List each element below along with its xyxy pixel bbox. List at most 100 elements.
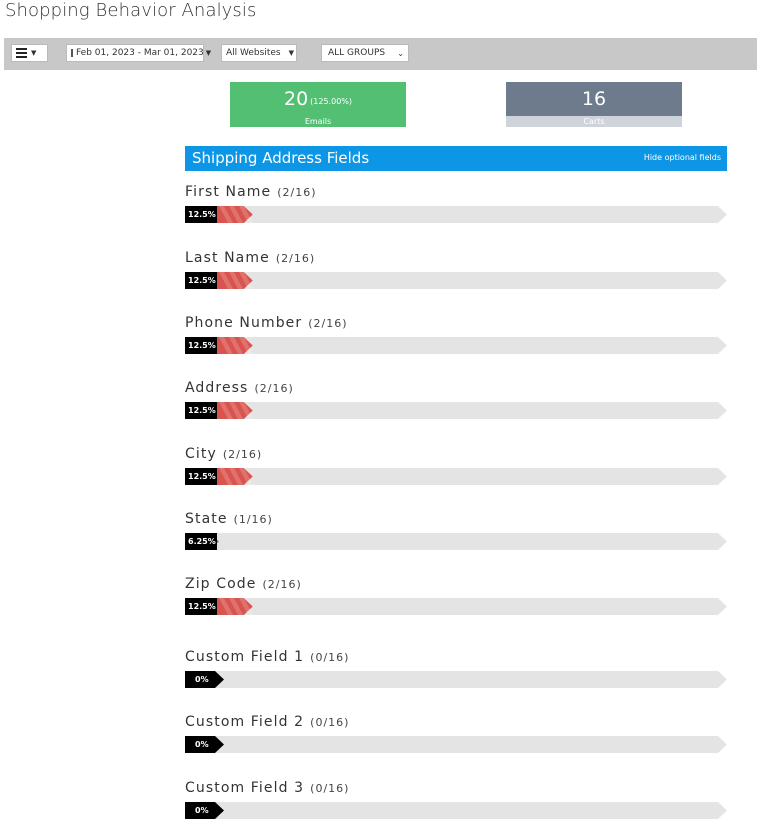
field-label: Custom Field 3 (0/16) (185, 780, 349, 796)
percent-label: 0% (195, 806, 209, 815)
field-row: City (2/16) 12.5% (185, 446, 727, 486)
field-row: Phone Number (2/16) 12.5% (185, 315, 727, 355)
emails-stat: 20 (125.00%) Emails (230, 82, 406, 127)
field-name: Last Name (185, 250, 270, 266)
field-row: Custom Field 2 (0/16) 0% (185, 714, 727, 754)
field-label: State (1/16) (185, 511, 273, 527)
progress-bar: 12.5% (185, 402, 727, 419)
progress-track (185, 802, 727, 819)
field-name: City (185, 446, 217, 462)
progress-graphic (185, 533, 727, 550)
percent-label: 12.5% (188, 341, 216, 350)
field-count: (2/16) (277, 186, 317, 199)
field-name: Address (185, 380, 249, 396)
groups-select[interactable]: ALL GROUPS ⌄ (321, 44, 409, 62)
section-header: Shipping Address Fields Hide optional fi… (185, 146, 727, 171)
emails-label: Emails (230, 116, 406, 127)
field-count: (0/16) (310, 651, 350, 664)
filter-toolbar: ▼ Feb 01, 2023 - Mar 01, 2023 ▼ All Webs… (4, 38, 757, 70)
section-title: Shipping Address Fields (192, 149, 370, 167)
field-count: (1/16) (233, 513, 273, 526)
progress-track (185, 206, 727, 223)
chevron-down-icon: ⌄ (397, 48, 404, 58)
field-label: Custom Field 1 (0/16) (185, 649, 349, 665)
field-row: Address (2/16) 12.5% (185, 380, 727, 420)
caret-down-icon: ▼ (288, 49, 294, 57)
hide-optional-fields-link[interactable]: Hide optional fields (644, 153, 721, 162)
carts-label: Carts (506, 116, 682, 127)
carts-value: 16 (581, 88, 607, 110)
field-count: (0/16) (310, 716, 350, 729)
field-name: Custom Field 1 (185, 649, 305, 665)
percent-label: 12.5% (188, 210, 216, 219)
percent-label: 12.5% (188, 602, 216, 611)
field-count: (2/16) (262, 578, 302, 591)
field-row: State (1/16) 6.25% (185, 511, 727, 551)
progress-graphic (185, 736, 727, 753)
progress-bar: 0% (185, 671, 727, 688)
carts-stat: 16 Carts (506, 82, 682, 127)
page-title: Shopping Behavior Analysis (5, 0, 257, 21)
field-count: (0/16) (310, 782, 350, 795)
websites-label: All Websites (226, 48, 281, 58)
field-name: First Name (185, 184, 272, 200)
caret-down-icon: ▼ (31, 49, 37, 57)
field-name: State (185, 511, 228, 527)
progress-bar: 12.5% (185, 206, 727, 223)
progress-track (185, 533, 727, 550)
field-name: Custom Field 3 (185, 780, 305, 796)
field-label: Address (2/16) (185, 380, 294, 396)
field-row: Custom Field 3 (0/16) 0% (185, 780, 727, 820)
progress-track (185, 598, 727, 615)
field-row: First Name (2/16) 12.5% (185, 184, 727, 224)
progress-graphic (185, 206, 727, 223)
field-label: Phone Number (2/16) (185, 315, 348, 331)
emails-value: 20 (283, 88, 309, 110)
progress-bar: 0% (185, 736, 727, 753)
percent-label: 12.5% (188, 472, 216, 481)
percent-label: 0% (195, 675, 209, 684)
field-name: Zip Code (185, 576, 257, 592)
progress-track (185, 272, 727, 289)
field-name: Phone Number (185, 315, 303, 331)
progress-graphic (185, 272, 727, 289)
calendar-icon (71, 49, 73, 57)
field-count: (2/16) (308, 317, 348, 330)
progress-graphic (185, 802, 727, 819)
field-count: (2/16) (275, 252, 316, 265)
field-row: Custom Field 1 (0/16) 0% (185, 649, 727, 689)
progress-graphic (185, 402, 727, 419)
progress-track (185, 671, 727, 688)
progress-track (185, 468, 727, 485)
field-count: (2/16) (222, 448, 263, 461)
progress-bar: 12.5% (185, 272, 727, 289)
field-label: Zip Code (2/16) (185, 576, 302, 592)
field-row: Last Name (2/16) 12.5% (185, 250, 727, 290)
websites-dropdown[interactable]: All Websites ▼ (221, 44, 297, 62)
progress-bar: 12.5% (185, 468, 727, 485)
caret-down-icon: ▼ (205, 49, 212, 57)
field-count: (2/16) (254, 382, 294, 395)
percent-label: 6.25% (188, 537, 216, 546)
menu-button[interactable]: ▼ (11, 44, 48, 62)
progress-bar: 12.5% (185, 598, 727, 615)
field-label: Last Name (2/16) (185, 250, 315, 266)
percent-label: 0% (195, 740, 209, 749)
hamburger-icon (16, 46, 27, 60)
date-range-picker[interactable]: Feb 01, 2023 - Mar 01, 2023 ▼ (66, 44, 211, 62)
field-row: Zip Code (2/16) 12.5% (185, 576, 727, 616)
progress-bar: 6.25% (185, 533, 727, 550)
field-label: Custom Field 2 (0/16) (185, 714, 349, 730)
percent-label: 12.5% (188, 276, 216, 285)
progress-bar: 0% (185, 802, 727, 819)
field-label: City (2/16) (185, 446, 262, 462)
progress-graphic (185, 598, 727, 615)
emails-sub: (125.00%) (310, 96, 353, 106)
progress-track (185, 736, 727, 753)
groups-label: ALL GROUPS (328, 48, 386, 58)
date-range-label: Feb 01, 2023 - Mar 01, 2023 (76, 48, 204, 58)
progress-graphic (185, 337, 727, 354)
field-label: First Name (2/16) (185, 184, 317, 200)
progress-bar: 12.5% (185, 337, 727, 354)
percent-label: 12.5% (188, 406, 216, 415)
